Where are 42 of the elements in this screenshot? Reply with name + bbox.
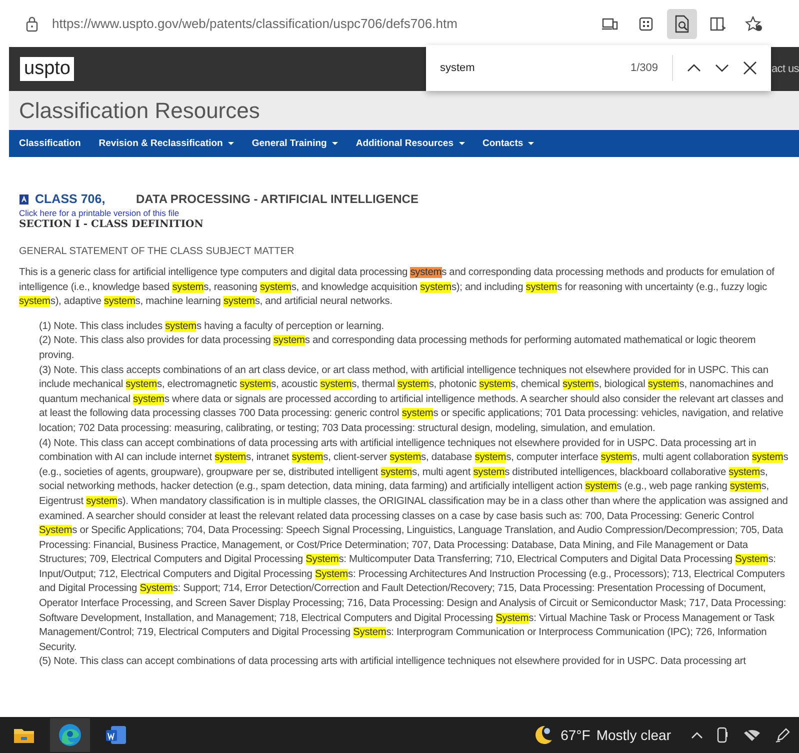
note-paragraph: (5) Note. This class can accept combinations of data processing arts with artificial intelligence techniques not elsewhere provided for in USPC. Data processing art: [39, 655, 747, 670]
match-count: 1/309: [630, 62, 658, 74]
nav-menu-item[interactable]: General Training: [252, 138, 338, 149]
grid-icon: [638, 16, 654, 32]
toolbar-button[interactable]: [667, 8, 697, 38]
chevron-up-icon[interactable]: [691, 731, 703, 739]
folder-icon: [13, 726, 35, 744]
next-match-icon[interactable]: [715, 63, 729, 73]
document-app-icon: [105, 724, 127, 746]
network-icon[interactable]: [743, 728, 761, 742]
find-icon: [674, 14, 690, 32]
lock-icon: [26, 16, 38, 32]
pen-icon[interactable]: [775, 727, 791, 743]
taskbar-app[interactable]: [50, 718, 90, 752]
temperature[interactable]: 67°F: [560, 727, 590, 743]
previous-match-icon[interactable]: [687, 63, 701, 73]
moon-icon: [534, 725, 553, 745]
book-icon: [710, 16, 726, 32]
address-bar[interactable]: https://www.uspto.gov/web/patents/classification/uspc706/defs706.htm: [52, 16, 595, 31]
phone-icon[interactable]: [717, 727, 729, 743]
star-add-icon: [745, 16, 763, 32]
class-number: CLASS 706,: [35, 192, 106, 206]
class-title: DATA PROCESSING - ARTIFICIAL INTELLIGENCE: [136, 192, 418, 206]
header-link[interactable]: act us: [771, 63, 799, 75]
section-heading: SECTION I - CLASS DEFINITION: [19, 219, 204, 230]
devices-icon: [602, 16, 618, 30]
nav-menu-item[interactable]: Additional Resources: [356, 138, 464, 149]
note-paragraph: (2) Note. This class also provides for data processing systems and corresponding data processing methods for performing automated mathematical or logic theorem proving.: [39, 334, 757, 363]
note-paragraph: (4) Note. This class can accept combinations of data processing arts with artificial intelligence techniques not elsewhere provided for in USPC. Data processing art in combination with AI can include internet systems, intranet systems, client-server systems, database systems, computer interface systems, multi agent collaboration systems (e.g., societies of agents, groupware), groupware per se, distributed intelligent systems, multi agent systems distributed intelligences, blackboard collaborative systems, social networking methods, hacker detection (e.g., spam detection, data mining, data farming) and artificially intelligent action systems (e.g., web page ranking systems, Eigentrust systems). When mandatory classification is in multiple classes, the ORIGINAL classification may be in a class other than where the application was assigned and examined. A searcher should consider at least the relevant related data processing classes on a case by case basis such as: 700, Data Processing: Generic Control Systems or Specific Applications; 704, Data Processing: Speech Signal Processing, Linguistics, Language Translation, and Audio Compression/Decompression; 705, Data Processing: Financial, Business Practice, Management, or Cost/Price Determination; 707, Data Processing: Database, Data Mining, and File Management or Data Structures; 709, Electrical Computers and Digital Processing Systems: Multicomputer Data Transferring; 710, Electrical Computers and Digital Data Processing Systems: Input/Output; 712, Electrical Computers and Digital Processing Systems: Processing Architectures And Instruction Processing (e.g., Processors); 713, Electrical Computers and Digital Processing Systems: Support; 714, Error Detection/Correction and Fault Detection/Recovery; 715, Data Processing: Presentation Processing of Document, Operator Interface Processing, and Screen Saver Display Processing; 716, Data Processing: Design and Analysis of Circuit or Semiconductor Mask; 717, Data Processing: Software Development, Installation, and Management; 718, Electrical Computers and Digital Processing Systems: Virtual Machine Task or Process Management or Task Management/Control; 719, Electrical Computers and Digital Processing Systems: Interprogram Communication or Interprocess Communication (IPC); 726, Information Security.: [39, 436, 790, 655]
note-paragraph: (1) Note. This class includes systems having a faculty of perception or learning.: [39, 320, 385, 334]
paragraph: This is a generic class for artificial intelligence type computers and digital data processing systems and corresponding data processing methods and products for emulation of intelligence (i.e., knowledge based systems, reasoning systems, and knowledge acquisition systems); and including systems for reasoning with uncertainty (e.g., fuzzy logic systems), adaptive systems, machine learning systems, and artificial neural networks.: [19, 266, 776, 310]
nav-menu-item[interactable]: Contacts: [482, 138, 534, 149]
site-logo[interactable]: uspto: [20, 57, 74, 81]
document-icon: [19, 194, 29, 204]
page-title: Classification Resources: [19, 98, 260, 124]
weather-condition[interactable]: Mostly clear: [596, 727, 671, 743]
printable-version-link[interactable]: Click here for a printable version of this file: [19, 208, 791, 218]
browser-icon: [58, 723, 82, 747]
subheading: GENERAL STATEMENT OF THE CLASS SUBJECT MATTER: [19, 246, 296, 257]
nav-menu-item[interactable]: Revision & Reclassification: [98, 138, 234, 149]
close-icon[interactable]: [743, 61, 757, 75]
nav-menu-item[interactable]: Classification: [19, 138, 81, 149]
